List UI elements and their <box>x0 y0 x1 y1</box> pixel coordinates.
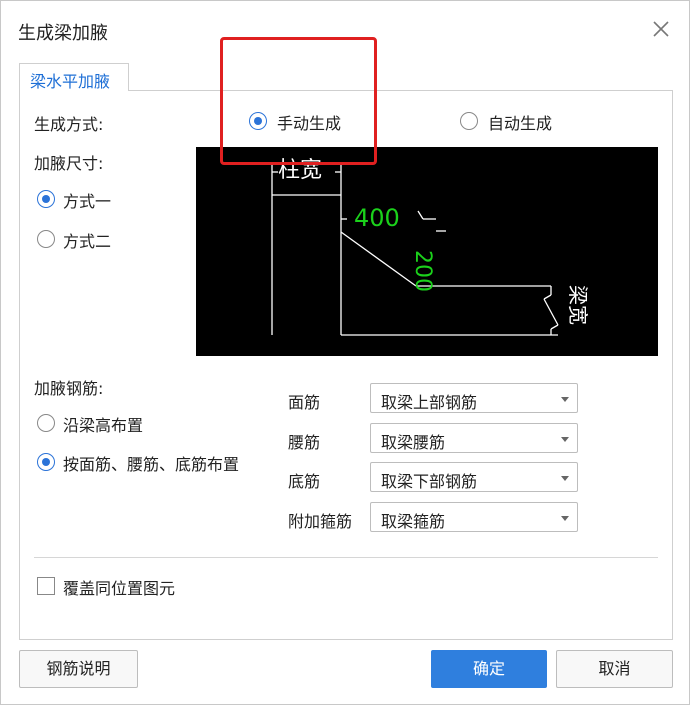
haunch-size-label: 加腋尺寸: <box>34 154 104 173</box>
chevron-down-icon <box>561 476 569 481</box>
dimension-400-text: 400 <box>354 204 400 232</box>
dialog-window: 生成梁加腋 梁水平加腋 生成方式: 手动生成 自动生成 加腋尺寸: 方式一 方式… <box>0 0 690 705</box>
overwrite-checkbox[interactable] <box>37 577 55 595</box>
by-face-waist-bottom-radio[interactable] <box>37 453 55 471</box>
bottom-rebar-value: 取梁下部钢筋 <box>381 472 478 491</box>
chevron-down-icon <box>561 397 569 402</box>
extra-stirrup-value: 取梁箍筋 <box>381 512 446 531</box>
extra-stirrup-label: 附加箍筋 <box>288 512 353 531</box>
divider <box>34 557 658 558</box>
waist-rebar-label: 腰筋 <box>288 433 321 452</box>
along-beam-height-label[interactable]: 沿梁高布置 <box>63 412 143 436</box>
face-rebar-value: 取梁上部钢筋 <box>381 393 478 412</box>
generation-method-label: 生成方式: <box>34 115 104 134</box>
face-rebar-select[interactable]: 取梁上部钢筋 <box>370 383 578 413</box>
method-two-radio[interactable] <box>37 230 55 248</box>
column-width-text: 柱宽 <box>278 158 323 183</box>
waist-rebar-value: 取梁腰筋 <box>381 433 446 452</box>
tab-beam-horizontal-haunch[interactable]: 梁水平加腋 <box>19 63 129 91</box>
tab-label: 梁水平加腋 <box>30 72 111 91</box>
extra-stirrup-select[interactable]: 取梁箍筋 <box>370 502 578 532</box>
waist-rebar-select[interactable]: 取梁腰筋 <box>370 423 578 453</box>
chevron-down-icon <box>561 516 569 521</box>
method-one-radio[interactable] <box>37 190 55 208</box>
bottom-rebar-select[interactable]: 取梁下部钢筋 <box>370 462 578 492</box>
auto-generate-radio[interactable] <box>460 112 478 130</box>
beam-width-text: 梁宽 <box>566 285 590 325</box>
ok-button[interactable]: 确定 <box>431 650 547 688</box>
by-face-waist-bottom-label[interactable]: 按面筋、腰筋、底筋布置 <box>63 451 239 475</box>
dialog-title: 生成梁加腋 <box>18 23 108 44</box>
auto-generate-label[interactable]: 自动生成 <box>488 110 552 134</box>
manual-generate-radio[interactable] <box>249 112 267 130</box>
manual-generate-label[interactable]: 手动生成 <box>277 110 341 134</box>
method-two-label[interactable]: 方式二 <box>63 228 111 252</box>
along-beam-height-radio[interactable] <box>37 414 55 432</box>
haunch-slope-line <box>340 231 417 287</box>
haunch-diagram: 柱宽 400 200 梁宽 <box>196 147 658 356</box>
overwrite-label[interactable]: 覆盖同位置图元 <box>63 575 175 599</box>
bottom-rebar-label: 底筋 <box>288 472 321 491</box>
cancel-button[interactable]: 取消 <box>556 650 673 688</box>
face-rebar-label: 面筋 <box>288 393 321 412</box>
method-one-label[interactable]: 方式一 <box>63 188 111 212</box>
dimension-200-text: 200 <box>410 250 435 292</box>
chevron-down-icon <box>561 437 569 442</box>
close-icon[interactable] <box>649 17 673 41</box>
haunch-rebar-label: 加腋钢筋: <box>34 379 104 398</box>
rebar-help-button[interactable]: 钢筋说明 <box>19 650 138 688</box>
